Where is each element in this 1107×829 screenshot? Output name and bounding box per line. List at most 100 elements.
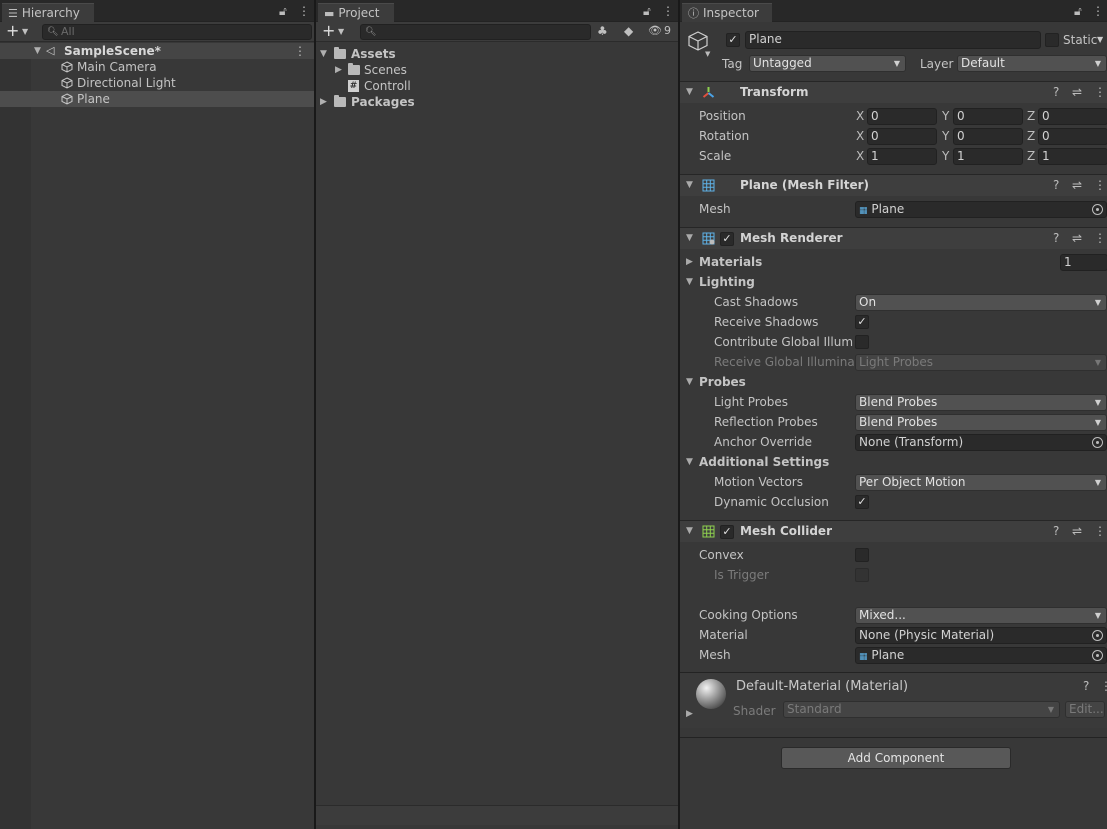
tab-inspector[interactable]: ⓘ Inspector [682, 3, 772, 22]
project-item-assets[interactable]: ▼ Assets [316, 46, 678, 62]
transform-header[interactable]: ▼ Transform ? ⇌ ⋮ [680, 81, 1107, 103]
static-checkbox[interactable] [1045, 33, 1059, 47]
object-name-field[interactable]: Plane [745, 31, 1041, 49]
project-item-packages[interactable]: ▶ Packages [316, 94, 678, 110]
kebab-menu-icon[interactable]: ⋮ [1092, 4, 1104, 18]
help-icon[interactable]: ? [1053, 521, 1059, 542]
hierarchy-item-main-camera[interactable]: Main Camera [0, 59, 314, 75]
scene-menu-icon[interactable]: ⋮ [294, 43, 306, 59]
expand-arrow-icon[interactable]: ▶ [686, 709, 693, 719]
cooking-options-dropdown[interactable]: Mixed... ▼ [855, 607, 1107, 624]
reflection-probes-dropdown[interactable]: Blend Probes ▼ [855, 414, 1107, 431]
active-checkbox[interactable]: ✓ [726, 33, 740, 47]
hidden-packages-eye-icon[interactable]: 👁︎ [648, 24, 662, 37]
presets-icon[interactable]: ⇌ [1072, 228, 1082, 249]
scale-z-field[interactable]: 1 [1038, 148, 1107, 165]
lighting-row[interactable]: ▼ Lighting [680, 273, 1107, 291]
collapse-arrow-icon[interactable]: ▼ [686, 521, 693, 542]
lock-icon[interactable]: 🔓︎ [1074, 4, 1082, 18]
hierarchy-search-input[interactable]: 🔍︎ All [42, 24, 312, 40]
material-sphere-icon[interactable] [696, 679, 726, 709]
chevron-down-icon[interactable]: ▼ [22, 27, 28, 36]
search-by-label-icon[interactable]: ◆ [624, 24, 633, 38]
expand-arrow-icon[interactable]: ▼ [320, 46, 327, 62]
mesh-renderer-header[interactable]: ▼ ✓ Mesh Renderer ? ⇌ ⋮ [680, 227, 1107, 249]
materials-row[interactable]: ▶ Materials 1 [680, 253, 1107, 271]
collapse-arrow-icon[interactable]: ▼ [686, 273, 693, 291]
static-dropdown-icon[interactable]: ▼ [1097, 35, 1103, 44]
presets-icon[interactable]: ⇌ [1072, 82, 1082, 103]
scale-y-field[interactable]: 1 [953, 148, 1023, 165]
lock-icon[interactable]: 🔓︎ [279, 4, 287, 18]
hierarchy-item-plane[interactable]: Plane [0, 91, 314, 107]
mesh-collider-header[interactable]: ▼ ✓ Mesh Collider ? ⇌ ⋮ [680, 520, 1107, 542]
component-menu-icon[interactable]: ⋮ [1094, 175, 1106, 196]
component-menu-icon[interactable]: ⋮ [1100, 679, 1107, 693]
mesh-object-field[interactable]: ▦ Plane [855, 201, 1107, 218]
component-menu-icon[interactable]: ⋮ [1094, 82, 1106, 103]
tag-dropdown[interactable]: Untagged ▼ [749, 55, 906, 72]
collapse-arrow-icon[interactable]: ▼ [686, 228, 693, 249]
additional-settings-row[interactable]: ▼ Additional Settings [680, 453, 1107, 471]
add-component-button[interactable]: Add Component [781, 747, 1011, 769]
rotation-y-field[interactable]: 0 [953, 128, 1023, 145]
rotation-x-field[interactable]: 0 [867, 128, 937, 145]
component-menu-icon[interactable]: ⋮ [1094, 228, 1106, 249]
object-picker-icon[interactable] [1092, 204, 1103, 215]
project-item-scenes[interactable]: ▶ Scenes [316, 62, 678, 78]
expand-arrow-icon[interactable]: ▶ [320, 94, 327, 110]
mesh-renderer-enabled-checkbox[interactable]: ✓ [720, 232, 734, 246]
collapse-arrow-icon[interactable]: ▼ [686, 373, 693, 391]
tab-project[interactable]: ▬ Project [318, 3, 394, 22]
help-icon[interactable]: ? [1053, 82, 1059, 103]
position-y-field[interactable]: 0 [953, 108, 1023, 125]
mesh-filter-header[interactable]: ▼ Plane (Mesh Filter) ? ⇌ ⋮ [680, 174, 1107, 196]
object-picker-icon[interactable] [1092, 650, 1103, 661]
mesh-collider-enabled-checkbox[interactable]: ✓ [720, 525, 734, 539]
collapse-arrow-icon[interactable]: ▼ [686, 453, 693, 471]
kebab-menu-icon[interactable]: ⋮ [298, 4, 310, 18]
chevron-down-icon[interactable]: ▼ [338, 27, 344, 36]
contribute-gi-checkbox[interactable] [855, 335, 869, 349]
collider-material-field[interactable]: None (Physic Material) [855, 627, 1107, 644]
dynamic-occlusion-checkbox[interactable]: ✓ [855, 495, 869, 509]
light-probes-dropdown[interactable]: Blend Probes ▼ [855, 394, 1107, 411]
scale-x-field[interactable]: 1 [867, 148, 937, 165]
create-plus-icon[interactable]: + [6, 23, 19, 39]
convex-checkbox[interactable] [855, 548, 869, 562]
chevron-down-icon[interactable]: ▼ [705, 50, 710, 58]
presets-icon[interactable]: ⇌ [1072, 175, 1082, 196]
expand-arrow-icon[interactable]: ▶ [686, 253, 693, 271]
probes-row[interactable]: ▼ Probes [680, 373, 1107, 391]
help-icon[interactable]: ? [1053, 175, 1059, 196]
scene-row[interactable]: ▼ ◁ SampleScene* ⋮ [0, 43, 314, 59]
receive-shadows-checkbox[interactable]: ✓ [855, 315, 869, 329]
collider-mesh-field[interactable]: ▦ Plane [855, 647, 1107, 664]
motion-vectors-dropdown[interactable]: Per Object Motion ▼ [855, 474, 1107, 491]
component-menu-icon[interactable]: ⋮ [1094, 521, 1106, 542]
layer-dropdown[interactable]: Default ▼ [957, 55, 1107, 72]
lock-icon[interactable]: 🔓︎ [643, 4, 651, 18]
create-plus-icon[interactable]: + [322, 23, 335, 39]
expand-arrow-icon[interactable]: ▶ [335, 62, 342, 78]
help-icon[interactable]: ? [1083, 679, 1089, 693]
search-by-type-icon[interactable]: ♣ [597, 24, 608, 38]
object-picker-icon[interactable] [1092, 630, 1103, 641]
cast-shadows-dropdown[interactable]: On ▼ [855, 294, 1107, 311]
help-icon[interactable]: ? [1053, 228, 1059, 249]
hierarchy-item-directional-light[interactable]: Directional Light [0, 75, 314, 91]
object-picker-icon[interactable] [1092, 437, 1103, 448]
collapse-arrow-icon[interactable]: ▼ [686, 175, 693, 196]
project-search-input[interactable]: 🔍︎ [360, 24, 591, 40]
project-item-script[interactable]: # Controll [316, 78, 678, 94]
expand-arrow-icon[interactable]: ▼ [34, 43, 41, 59]
presets-icon[interactable]: ⇌ [1072, 521, 1082, 542]
materials-count-field[interactable]: 1 [1060, 254, 1107, 271]
position-z-field[interactable]: 0 [1038, 108, 1107, 125]
rotation-z-field[interactable]: 0 [1038, 128, 1107, 145]
position-x-field[interactable]: 0 [867, 108, 937, 125]
kebab-menu-icon[interactable]: ⋮ [662, 4, 674, 18]
tab-hierarchy[interactable]: ☰ Hierarchy [2, 3, 94, 22]
collapse-arrow-icon[interactable]: ▼ [686, 82, 693, 103]
anchor-override-field[interactable]: None (Transform) [855, 434, 1107, 451]
